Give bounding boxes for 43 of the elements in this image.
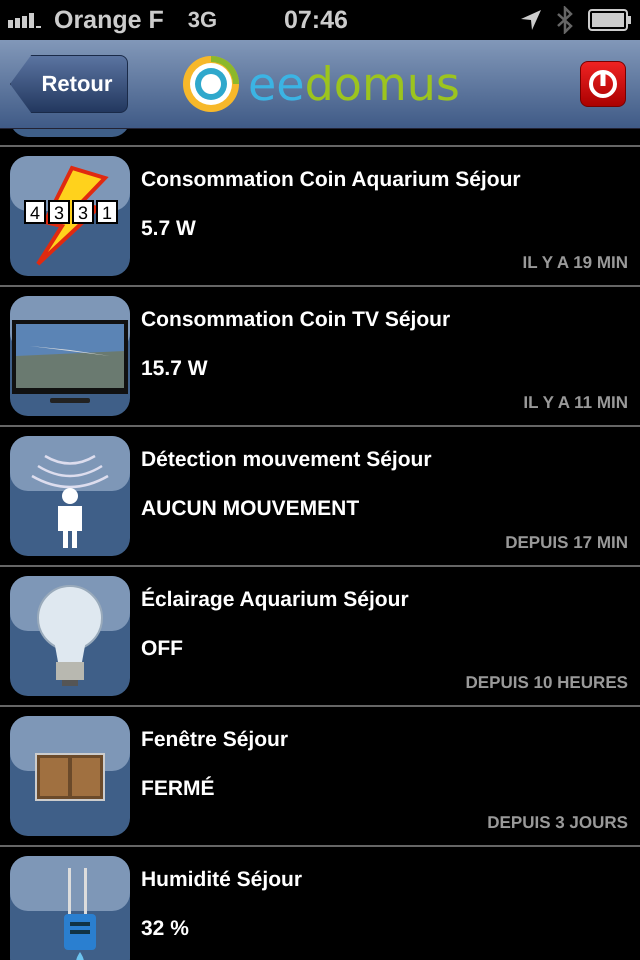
device-row[interactable]: Humidité Séjour 32 % [0,847,640,960]
device-row[interactable]: Détection mouvement Séjour AUCUN MOUVEMENT DEPUIS 17 MIN [0,427,640,567]
device-value: 32 % [141,917,190,941]
device-value: AUCUN MOUVEMENT [141,497,360,521]
device-row[interactable]: Consommation Coin TV Séjour 15.7 W IL Y A 11 MIN [0,287,640,427]
device-name: Consommation Coin Aquarium Séjour [141,168,522,192]
logo-text: eedomus [248,57,460,111]
closed-window-icon [10,716,130,836]
device-row[interactable]: Fenêtre Séjour FERMÉ DEPUIS 3 JOURS [0,707,640,847]
device-name: Détection mouvement Séjour [141,448,433,472]
last-update-time: DEPUIS 17 MIN [505,533,628,553]
logo-icon [180,53,242,115]
light-bulb-icon [10,576,130,696]
power-button[interactable] [580,61,626,107]
location-arrow-icon [520,9,542,31]
humidity-sensor-icon [10,856,130,960]
bluetooth-icon [556,6,574,34]
back-button[interactable]: Retour [10,55,128,113]
last-update-time: DEPUIS 10 HEURES [466,673,628,693]
meter-digit: 4 [30,203,40,223]
device-value: OFF [141,637,184,661]
device-value: 5.7 W [141,217,197,241]
device-value: FERMÉ [141,777,216,801]
clock-time: 07:46 [284,6,348,34]
device-name: Fenêtre Séjour [141,728,290,752]
power-icon [588,69,618,99]
meter-digit: 1 [102,203,112,223]
last-update-time: DEPUIS 3 JOURS [487,813,628,833]
device-row[interactable]: 4 3 3 1 Consommation Coin Aquarium Séjour 5.7 W IL Y A 19 MIN [0,147,640,287]
motion-sensor-person-icon [10,436,130,556]
device-name: Consommation Coin TV Séjour [141,308,452,332]
meter-digit: 3 [78,203,88,223]
meter-digit: 3 [54,203,64,223]
device-value: 15.7 W [141,357,209,381]
last-update-time: IL Y A 11 MIN [523,393,628,413]
battery-icon [588,9,632,31]
device-row[interactable]: Éclairage Aquarium Séjour OFF DEPUIS 10 HEURES [0,567,640,707]
network-type: 3G [188,7,218,33]
television-icon [10,296,130,416]
carrier-name: Orange F [54,6,164,34]
last-update-time: IL Y A 19 MIN [522,253,628,273]
device-name: Humidité Séjour [141,868,304,892]
device-name: Éclairage Aquarium Séjour [141,588,410,612]
